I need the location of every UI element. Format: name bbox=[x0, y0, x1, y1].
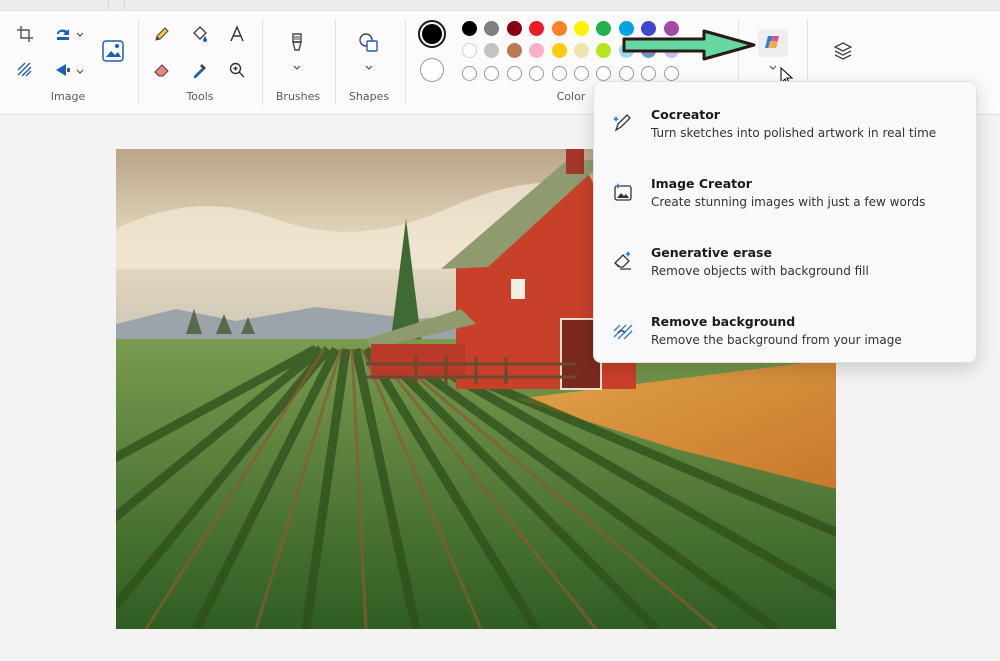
custom-color-slot[interactable] bbox=[663, 66, 679, 81]
color-swatch[interactable] bbox=[596, 43, 612, 58]
brushes-button[interactable] bbox=[283, 29, 311, 57]
layers-icon bbox=[833, 42, 853, 60]
primary-color-swatch[interactable] bbox=[418, 20, 446, 48]
menu-item-title: Generative erase bbox=[651, 245, 772, 260]
chevron-down-icon[interactable] bbox=[768, 63, 778, 73]
crop-button[interactable] bbox=[11, 20, 39, 48]
color-swatch[interactable] bbox=[551, 43, 567, 58]
menu-item-description: Turn sketches into polished artwork in r… bbox=[651, 126, 937, 140]
eraser-sparkle-icon bbox=[614, 251, 631, 270]
chevron-down-icon[interactable] bbox=[75, 67, 85, 77]
menu-item-title: Cocreator bbox=[651, 107, 720, 122]
menu-item-cocreator[interactable]: Cocreator Turn sketches into polished ar… bbox=[594, 88, 976, 154]
select-icon bbox=[17, 62, 32, 77]
menu-item-description: Create stunning images with just a few w… bbox=[651, 195, 926, 209]
image-sparkle-icon bbox=[614, 183, 632, 201]
secondary-color-swatch[interactable] bbox=[420, 58, 444, 82]
chevron-down-icon[interactable] bbox=[364, 63, 374, 73]
chevron-down-icon[interactable] bbox=[292, 63, 302, 73]
color-picker-button[interactable] bbox=[186, 56, 214, 84]
menu-item-title: Remove background bbox=[651, 314, 796, 329]
menu-item-image-creator[interactable]: Image Creator Create stunning images wit… bbox=[594, 157, 976, 223]
group-label-color: Color bbox=[556, 90, 586, 103]
rotate-button[interactable] bbox=[49, 56, 77, 84]
annotation-arrow-icon bbox=[622, 29, 756, 61]
shapes-icon bbox=[359, 33, 378, 52]
image-select-button[interactable] bbox=[99, 37, 127, 65]
select-button[interactable] bbox=[11, 56, 39, 84]
menu-item-title: Image Creator bbox=[651, 176, 752, 191]
pencil-button[interactable] bbox=[148, 20, 176, 48]
menu-item-generative-erase[interactable]: Generative erase Remove objects with bac… bbox=[594, 226, 976, 292]
color-swatch[interactable] bbox=[574, 43, 589, 58]
top-strip-separator bbox=[108, 0, 109, 10]
magnifier-button[interactable] bbox=[223, 56, 251, 84]
chevron-down-icon[interactable] bbox=[75, 30, 85, 40]
fill-button[interactable] bbox=[186, 20, 214, 48]
color-swatch[interactable] bbox=[574, 21, 589, 36]
color-swatch[interactable] bbox=[551, 21, 567, 36]
copilot-button[interactable] bbox=[758, 29, 788, 57]
group-label-image: Image bbox=[50, 90, 86, 103]
group-label-tools: Tools bbox=[186, 90, 214, 103]
color-swatch[interactable] bbox=[529, 43, 545, 58]
image-frame-icon bbox=[102, 40, 124, 62]
rotate-icon bbox=[56, 64, 70, 76]
custom-color-slot[interactable] bbox=[506, 66, 522, 81]
eyedropper-icon bbox=[194, 64, 206, 78]
color-swatch[interactable] bbox=[462, 21, 477, 36]
color-swatch[interactable] bbox=[596, 21, 612, 36]
custom-color-slot[interactable] bbox=[462, 66, 477, 81]
ribbon-separator bbox=[262, 19, 263, 105]
top-strip-separator bbox=[124, 0, 125, 10]
copilot-icon bbox=[765, 36, 779, 48]
ribbon-separator bbox=[335, 19, 336, 105]
pen-sparkle-icon bbox=[613, 114, 631, 132]
layers-button[interactable] bbox=[829, 37, 857, 65]
color-swatch[interactable] bbox=[506, 21, 522, 36]
ribbon-separator bbox=[138, 19, 139, 105]
remove-background-icon bbox=[613, 324, 633, 340]
custom-color-slot[interactable] bbox=[641, 66, 657, 81]
fill-bucket-icon bbox=[193, 26, 207, 42]
color-swatch[interactable] bbox=[484, 21, 500, 36]
color-swatch[interactable] bbox=[484, 43, 500, 58]
crop-icon bbox=[17, 26, 33, 42]
shapes-button[interactable] bbox=[355, 29, 383, 57]
menu-item-remove-background[interactable]: Remove background Remove the background … bbox=[594, 295, 976, 361]
color-swatch[interactable] bbox=[529, 21, 545, 36]
magnifier-icon bbox=[229, 62, 245, 78]
group-label-shapes: Shapes bbox=[348, 90, 390, 103]
custom-color-slot[interactable] bbox=[529, 66, 545, 81]
ribbon-separator bbox=[405, 19, 406, 105]
top-strip bbox=[0, 0, 1000, 11]
eraser-button[interactable] bbox=[148, 56, 176, 84]
menu-item-description: Remove the background from your image bbox=[651, 333, 902, 347]
custom-color-slot[interactable] bbox=[574, 66, 589, 81]
resize-icon bbox=[57, 29, 69, 40]
cocreate-dropdown-menu: Cocreator Turn sketches into polished ar… bbox=[593, 81, 977, 363]
eraser-icon bbox=[154, 64, 169, 77]
text-button[interactable] bbox=[223, 20, 251, 48]
brush-icon bbox=[292, 33, 302, 51]
custom-color-slot[interactable] bbox=[596, 66, 612, 81]
custom-color-slot[interactable] bbox=[551, 66, 567, 81]
text-icon bbox=[230, 25, 244, 42]
custom-color-slot[interactable] bbox=[484, 66, 500, 81]
color-swatch[interactable] bbox=[462, 43, 477, 58]
group-label-brushes: Brushes bbox=[275, 90, 321, 103]
color-swatch[interactable] bbox=[506, 43, 522, 58]
custom-color-slot[interactable] bbox=[618, 66, 634, 81]
pencil-icon bbox=[155, 27, 169, 41]
menu-item-description: Remove objects with background fill bbox=[651, 264, 869, 278]
resize-button[interactable] bbox=[49, 20, 77, 48]
